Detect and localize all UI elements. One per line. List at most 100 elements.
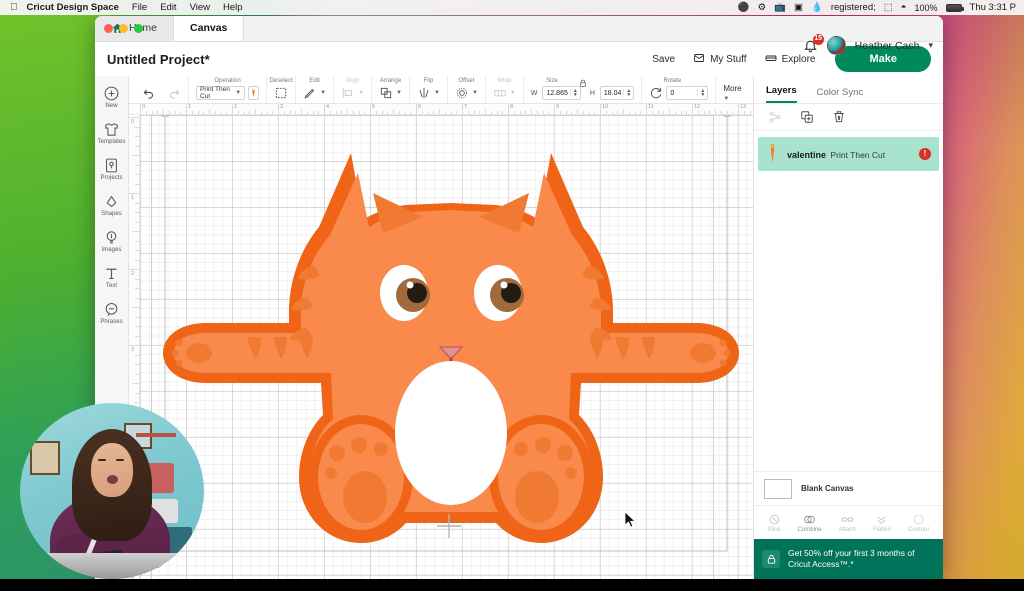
blank-canvas-swatch[interactable] — [764, 478, 792, 499]
wrap-group: Wrap ▼ — [486, 76, 524, 104]
app-body: New Templates Projects Shapes Images Tex… — [95, 76, 943, 579]
bluetooth-icon[interactable]: ⬚ — [884, 3, 893, 13]
chevron-down-icon[interactable]: ▼ — [396, 90, 402, 96]
tab-canvas[interactable]: Canvas — [174, 16, 245, 41]
menu-app-name[interactable]: Cricut Design Space — [27, 2, 119, 13]
offset-icon[interactable] — [455, 86, 469, 100]
blank-canvas-row[interactable]: Blank Canvas — [754, 471, 943, 505]
minimize-button[interactable] — [119, 24, 128, 33]
ruler-tick-h: 8 — [510, 104, 514, 110]
battery-icon[interactable] — [945, 3, 964, 12]
screenshare-icon[interactable]: 📺 — [774, 3, 786, 13]
canvas-artwork[interactable] — [140, 115, 753, 579]
wrap-label: Wrap — [497, 77, 512, 84]
wrap-icon — [493, 86, 507, 100]
layer-warning-badge[interactable]: ! — [919, 148, 931, 160]
ruler-minor — [133, 155, 139, 156]
maximize-button[interactable] — [134, 24, 143, 33]
height-stepper[interactable]: ▲ ▼ — [623, 89, 631, 98]
wifi-icon[interactable]: ◓ — [901, 3, 907, 13]
tab-layers[interactable]: Layers — [766, 85, 797, 103]
undo-icon[interactable] — [142, 86, 156, 100]
operation-select[interactable]: Print Then Cut ▼ — [196, 86, 246, 100]
rotate-group: Rotate 0 ▲ ▼ — [642, 76, 717, 104]
sidebar-item-phrases[interactable]: Phrases — [95, 301, 128, 325]
close-button[interactable] — [104, 24, 113, 33]
deselect-group: Deselect — [267, 76, 297, 104]
notifications-button[interactable]: 15 — [803, 33, 824, 54]
page-title[interactable]: Untitled Project* — [107, 52, 210, 67]
width-input[interactable]: 12.865 ▲ ▼ — [542, 86, 581, 100]
delete-icon[interactable] — [832, 110, 846, 124]
traffic-lights — [104, 24, 143, 33]
menu-view[interactable]: View — [190, 2, 210, 13]
lock-icon[interactable] — [578, 76, 587, 93]
save-button[interactable]: Save — [652, 54, 675, 65]
gear-icon[interactable]: ⚙ — [758, 3, 767, 13]
operation-color-swatch[interactable] — [248, 86, 260, 100]
attach-button[interactable]: Attach — [839, 513, 856, 533]
arrange-icon[interactable] — [379, 86, 393, 100]
slice-icon — [768, 513, 781, 526]
droplet-icon[interactable]: 💧 — [811, 3, 823, 13]
presenter-face — [91, 443, 133, 497]
sidebar-label-phrases: Phrases — [100, 319, 123, 325]
canvas-grid[interactable]: ☉ — [140, 115, 753, 579]
pencil-icon[interactable] — [303, 86, 317, 100]
redo-icon[interactable] — [167, 86, 181, 100]
ruler-line — [554, 104, 555, 114]
slice-button[interactable]: Slice — [768, 513, 781, 533]
sidebar-item-projects[interactable]: Projects — [95, 157, 128, 181]
rotate-icon[interactable] — [649, 86, 663, 100]
sidebar-item-shapes[interactable]: Shapes — [95, 193, 128, 217]
apple-icon[interactable]:  — [10, 2, 18, 13]
contour-button[interactable]: Contour — [908, 513, 929, 533]
promo-banner[interactable]: Get 50% off your first 3 months of Cricu… — [754, 539, 943, 579]
airplay-icon[interactable]: registered; — [831, 3, 876, 13]
width-stepper[interactable]: ▲ ▼ — [569, 89, 578, 98]
sidebar-label-new: New — [105, 103, 118, 109]
horizontal-ruler[interactable]: 0 1 2 3 4 5 6 7 8 9 10 11 12 13 — [129, 104, 753, 115]
menu-file[interactable]: File — [132, 2, 147, 13]
rotate-stepper[interactable]: ▲ ▼ — [697, 89, 705, 98]
tab-color-sync[interactable]: Color Sync — [817, 87, 863, 103]
record-icon[interactable]: ⚫ — [738, 3, 750, 13]
offset-group: Offset ▼ — [448, 76, 486, 104]
chevron-down-icon: ▼ — [235, 90, 242, 96]
layer-tools — [754, 104, 943, 131]
duplicate-icon[interactable] — [800, 110, 814, 124]
menu-help[interactable]: Help — [223, 2, 243, 13]
rotate-input[interactable]: 0 ▲ ▼ — [666, 86, 709, 100]
flatten-button[interactable]: Flatten — [873, 513, 891, 533]
chevron-down-icon[interactable]: ▾ — [928, 40, 933, 51]
ruler-minor — [133, 307, 139, 308]
layer-row-valentine[interactable]: valentine Print Then Cut ! — [758, 137, 939, 171]
combine-button[interactable]: Combine — [798, 513, 822, 533]
height-input[interactable]: 18.04 ▲ ▼ — [599, 86, 635, 100]
chevron-down-icon[interactable]: ▼ — [434, 90, 440, 96]
display-icon[interactable]: ▣ — [794, 3, 803, 13]
images-icon — [103, 229, 120, 246]
sidebar-item-new[interactable]: New — [95, 85, 128, 109]
deselect-label: Deselect — [269, 77, 293, 84]
sidebar-item-images[interactable]: Images — [95, 229, 128, 253]
flip-icon[interactable] — [417, 86, 431, 100]
chevron-down-icon[interactable]: ▼ — [320, 90, 326, 96]
operation-value: Print Then Cut — [200, 86, 230, 100]
projects-icon — [103, 157, 120, 174]
ruler-line — [232, 104, 233, 114]
sidebar-item-text[interactable]: Text — [95, 265, 128, 289]
menu-clock[interactable]: Thu 3:31 P — [970, 2, 1016, 13]
menu-edit[interactable]: Edit — [160, 2, 176, 13]
avatar[interactable] — [826, 36, 846, 55]
sidebar-item-templates[interactable]: Templates — [95, 121, 128, 145]
canvas-crosshair — [437, 514, 461, 538]
chevron-down-icon[interactable]: ▼ — [472, 90, 478, 96]
contour-label: Contour — [908, 526, 930, 533]
ruler-tick-h: 11 — [648, 104, 654, 110]
deselect-icon[interactable] — [274, 86, 288, 100]
more-button[interactable]: More ▼ — [723, 84, 746, 102]
my-stuff-button[interactable]: My Stuff — [693, 52, 747, 67]
account-name[interactable]: Heather Cash — [855, 40, 920, 52]
ruler-line — [129, 269, 139, 270]
